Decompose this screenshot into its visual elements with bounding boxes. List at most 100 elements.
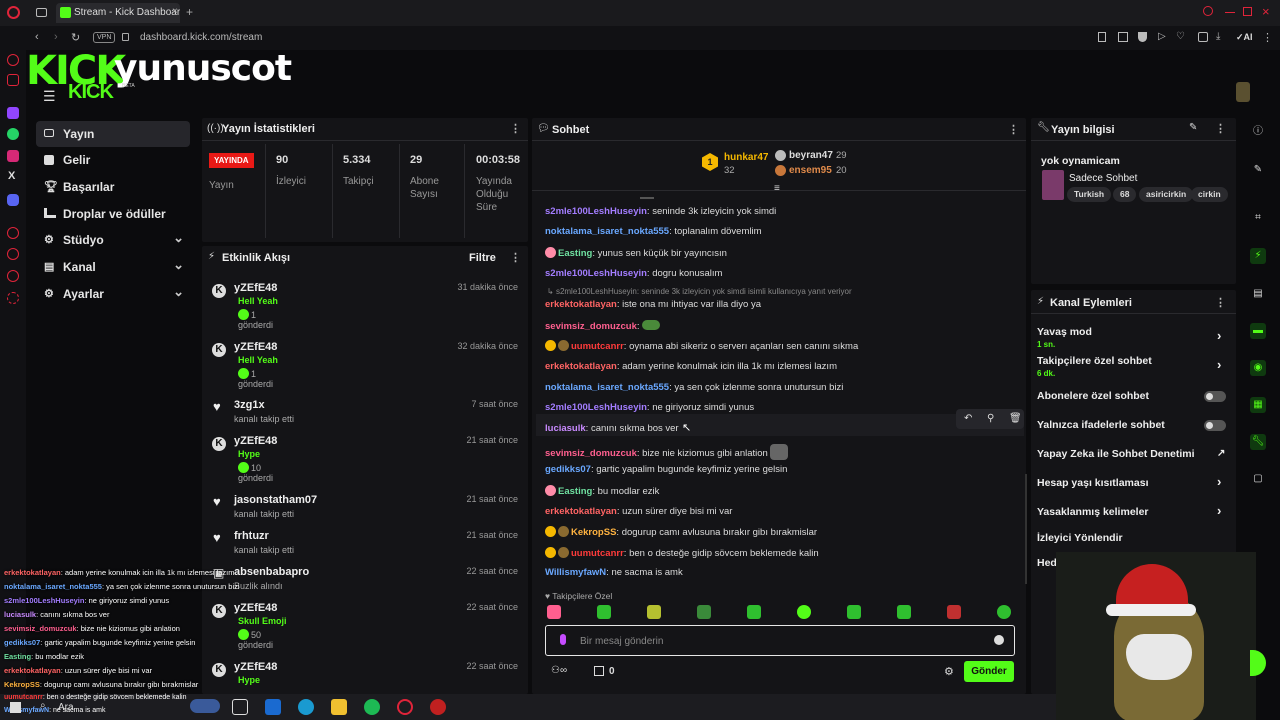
subs-only-toggle[interactable] [1204,391,1226,402]
bookmark-icon[interactable] [1098,32,1106,42]
instagram-icon[interactable] [7,150,19,162]
chat-message[interactable]: sevimsiz_domuzcuk: [545,320,661,332]
info-menu-icon[interactable]: ⋮ [1215,122,1226,135]
activity-menu-icon[interactable]: ⋮ [510,251,521,264]
chat-message[interactable]: WillismyfawN: ne sacma is amk [545,567,683,578]
kick-sub-logo[interactable]: KICK [68,81,114,104]
chat-username[interactable]: Easting [558,486,592,497]
chat-message[interactable]: uumutcanrr: ben o desteğe gidip sövcem b… [545,547,819,559]
history-icon[interactable] [7,227,19,239]
tag-pill[interactable]: 68 [1113,187,1137,202]
taskbar-search-label[interactable]: Ara [58,702,74,713]
chat-dock-icon[interactable]: ▬ [1250,323,1266,339]
activity-user[interactable]: frhtuzr [234,530,269,542]
maximize-icon[interactable] [1243,7,1252,16]
reload-icon[interactable]: ↻ [71,31,80,44]
pin-icon[interactable]: ≡ [774,183,780,194]
x-icon[interactable]: X [8,170,15,182]
delete-icon[interactable]: 🗑︎ [1009,413,1022,424]
close-window-icon[interactable]: × [1262,4,1270,19]
square-dock-icon[interactable]: ▢ [1250,471,1266,487]
chevron-right-icon[interactable]: › [1217,357,1221,372]
category-thumbnail[interactable] [1042,170,1064,200]
nav-item-kanal[interactable]: ▤ Kanal ⌄ [36,254,190,280]
chat-username[interactable]: Easting [558,248,592,259]
emote-icon[interactable] [997,605,1011,619]
stats-menu-icon[interactable]: ⋮ [510,122,521,135]
opera-menu-icon[interactable] [7,6,20,19]
points-icon[interactable]: ⚇∞ [551,665,567,676]
vpn-badge[interactable]: VPN [93,32,116,43]
emote-icon[interactable] [897,605,911,619]
chat-username[interactable]: s2mle100LeshHuseyin [545,206,647,217]
edge-icon[interactable] [298,699,314,715]
url-field[interactable]: dashboard.kick.com/stream [140,32,262,43]
activity-user[interactable]: yZEfE48 [234,282,277,294]
chevron-right-icon[interactable]: › [1217,474,1221,489]
chevron-right-icon[interactable]: › [1217,503,1221,518]
emotes-only-toggle[interactable] [1204,420,1226,431]
layout-dock-icon[interactable]: ▦ [1250,397,1266,413]
chat-message[interactable]: sevimsiz_domuzcuk: bize nie kiziomus gib… [545,444,789,460]
chat-message[interactable]: KekropSS: dogurup camı avlusuna bırakır … [545,526,817,538]
action-slow-mode[interactable]: Yavaş mod 1 sn. › [1037,326,1227,349]
chat-settings-icon[interactable]: ⚙ [944,665,954,678]
chat-username[interactable]: erkektokatlayan [545,299,617,310]
chat-username[interactable]: sevimsiz_domuzcuk [545,448,637,459]
chat-message[interactable]: erkektokatlayan: iste ona mı ihtiyac var… [545,299,761,310]
chat-username[interactable]: uumutcanrr [571,548,624,559]
tag-pill[interactable]: asiricirkin [1139,187,1194,202]
tab-close-icon[interactable]: × [172,6,178,17]
category-name[interactable]: Sadece Sohbet [1069,173,1137,184]
twitch-icon[interactable] [7,107,19,119]
chat-username[interactable]: erkektokatlayan [545,361,617,372]
action-followers-only[interactable]: Takipçilere özel sohbet 6 dk. › [1037,355,1227,378]
opera-icon[interactable] [397,699,413,715]
action-account-age[interactable]: Hesap yaşı kısıtlaması › [1037,474,1227,491]
sidebar-settings-icon[interactable] [7,292,19,304]
top-supporter-2[interactable]: beyran47 29 [775,149,865,163]
flow-icon[interactable] [7,270,19,282]
nav-item-studyo[interactable]: ⚙︎ Stüdyo ⌄ [36,227,190,253]
snapshot-icon[interactable] [1118,32,1128,42]
pin-message-icon[interactable]: ⚲ [987,413,994,424]
chat-message[interactable]: s2mle100LeshHuseyin: dogru konusalım [545,268,722,279]
action-raid[interactable]: İzleyici Yönlendir [1037,532,1227,546]
chat-username[interactable]: WillismyfawN [545,567,606,578]
emote-icon[interactable] [747,605,761,619]
activity-user[interactable]: yZEfE48 [234,661,277,673]
gift-icon[interactable] [594,666,604,676]
edit-icon[interactable]: ✎ [1189,122,1197,133]
instagram-sidebar-icon[interactable] [7,74,19,86]
emote-icon[interactable] [947,605,961,619]
chat-message[interactable]: uumutcanrr: oynama abi sikeriz o serverı… [545,340,858,352]
play-icon[interactable]: ▷ [1158,31,1166,42]
chat-input[interactable]: Bir mesaj gönderin [580,636,663,647]
pencil-icon[interactable]: ✎ [1250,162,1266,178]
tag-pill[interactable]: cirkin [1191,187,1228,202]
chat-username[interactable]: noktalama_isaret_nokta555 [545,382,669,393]
tag-pill[interactable]: Turkish [1067,187,1112,202]
reply-icon[interactable]: ↶ [964,413,972,424]
action-banned-words[interactable]: Yasaklanmış kelimeler › [1037,503,1227,520]
nav-item-ayarlar[interactable]: ⚙ Ayarlar ⌄ [36,281,190,307]
messenger-icon[interactable] [7,54,19,66]
activity-user[interactable]: 3zg1x [234,399,265,411]
whatsapp-icon[interactable] [7,128,19,140]
chat-username[interactable]: gedikks07 [545,464,591,475]
chat-message[interactable]: gedikks07: gartic yapalim bugunde keyfim… [545,464,787,475]
forward-icon[interactable]: › [54,31,58,43]
app-icon[interactable] [430,699,446,715]
nav-item-basarilar[interactable]: 🏆︎ Başarılar [36,174,190,200]
windows-start-icon[interactable] [10,702,21,713]
activity-user[interactable]: yZEfE48 [234,602,277,614]
chat-message[interactable]: noktalama_isaret_nokta555: ya sen çok iz… [545,382,843,393]
chat-username[interactable]: noktalama_isaret_nokta555 [545,226,669,237]
minimize-icon[interactable] [1225,12,1235,13]
outlook-icon[interactable] [265,699,281,715]
chat-username[interactable]: s2mle100LeshHuseyin [545,402,647,413]
chat-scrollbar[interactable] [1025,474,1027,584]
nav-item-yayin[interactable]: Yayın [36,121,190,147]
avatar[interactable] [1236,82,1250,102]
chat-message[interactable]: Easting: bu modlar ezik [545,485,659,497]
